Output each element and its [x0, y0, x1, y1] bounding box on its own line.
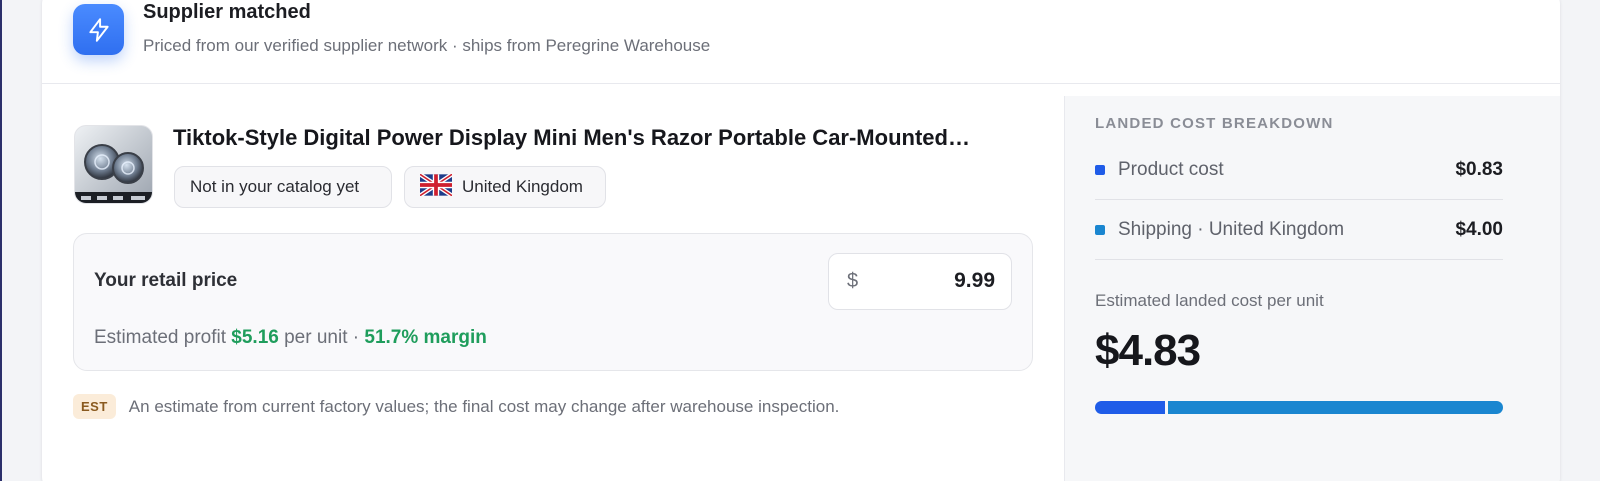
country-pill[interactable]: United Kingdom: [404, 166, 606, 208]
estimate-note: EST An estimate from current factory val…: [73, 394, 839, 419]
retail-price-label: Your retail price: [94, 270, 238, 291]
product-thumbnail[interactable]: [74, 125, 153, 204]
lightning-icon: [73, 4, 124, 55]
catalog-status-label: Not in your catalog yet: [190, 177, 360, 196]
bar-segment-product: [1095, 401, 1165, 414]
breakdown-heading: LANDED COST BREAKDOWN: [1095, 115, 1334, 132]
product-cost-swatch: [1095, 164, 1105, 175]
card-header: Supplier matched Priced from our verifie…: [42, 0, 1560, 84]
uk-flag-icon: [418, 172, 454, 201]
retail-price-input[interactable]: [875, 269, 995, 293]
retail-price-panel: Your retail price $ Estimated profit $5.…: [73, 233, 1033, 371]
landed-cost-panel: LANDED COST BREAKDOWN Product cost $0.83…: [1064, 96, 1560, 481]
header-title: Supplier matched: [143, 1, 311, 23]
profit-value: $5.16: [231, 327, 279, 348]
breakdown-row-product: Product cost $0.83: [1095, 140, 1503, 200]
shipping-cost-swatch: [1095, 224, 1105, 235]
window-edge: [0, 0, 2, 481]
supplier-match-card: Supplier matched Priced from our verifie…: [42, 0, 1560, 481]
breakdown-row-shipping: Shipping · United Kingdom $4.00: [1095, 200, 1503, 260]
margin-value: 51.7% margin: [364, 327, 487, 348]
country-label: United Kingdom: [462, 177, 583, 196]
breakdown-value: $0.83: [1455, 158, 1503, 180]
profit-mid: per unit ·: [284, 327, 360, 348]
header-subtitle: Priced from our verified supplier networ…: [143, 36, 711, 55]
catalog-status-pill: Not in your catalog yet: [174, 166, 392, 208]
breakdown-value: $4.00: [1455, 218, 1503, 240]
retail-price-field[interactable]: $: [828, 253, 1012, 310]
landed-cost-value: $4.83: [1095, 326, 1201, 375]
product-title[interactable]: Tiktok-Style Digital Power Display Mini …: [173, 125, 1008, 151]
bar-segment-shipping: [1167, 401, 1503, 414]
breakdown-label: Shipping · United Kingdom: [1118, 218, 1345, 240]
currency-symbol: $: [847, 270, 859, 292]
landed-cost-label: Estimated landed cost per unit: [1095, 291, 1324, 310]
profit-prefix: Estimated profit: [94, 327, 226, 348]
profit-summary: Estimated profit $5.16 per unit · 51.7% …: [94, 327, 487, 349]
est-badge: EST: [73, 394, 116, 419]
estimate-note-text: An estimate from current factory values;…: [128, 396, 840, 416]
breakdown-label: Product cost: [1118, 158, 1224, 180]
cost-breakdown-bar: [1095, 401, 1503, 414]
